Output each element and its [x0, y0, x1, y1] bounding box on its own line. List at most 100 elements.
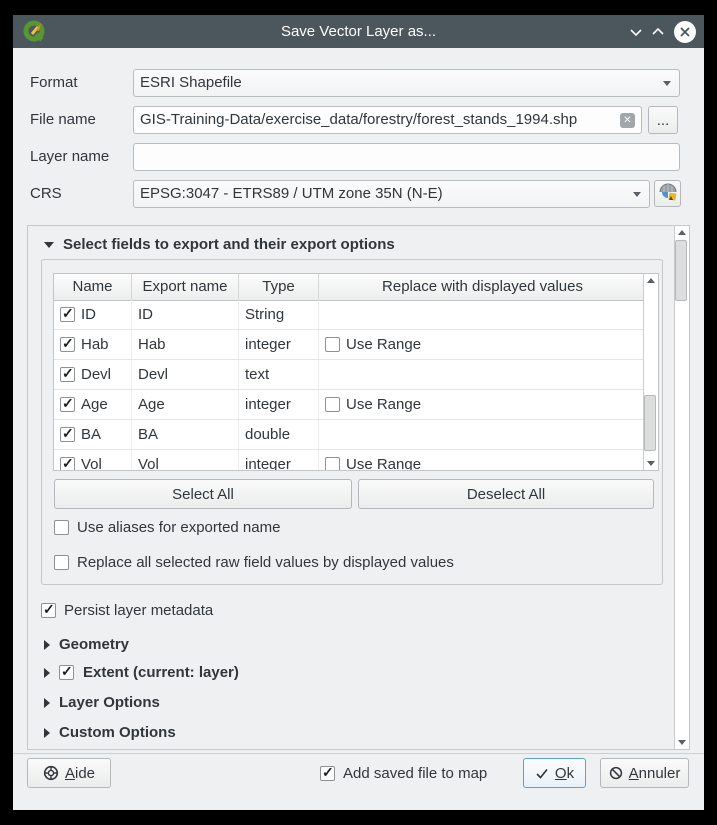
custom-options-title: Custom Options [59, 724, 176, 741]
help-button[interactable]: Aide [27, 758, 111, 788]
table-row[interactable]: BA BA double [54, 420, 644, 450]
browse-button[interactable]: ... [648, 106, 678, 134]
shade-window-icon[interactable] [630, 28, 642, 36]
cancel-button-label: Annuler [629, 765, 681, 782]
help-button-label: Aide [65, 765, 95, 782]
field-checkbox[interactable] [60, 427, 75, 442]
fields-group-frame: Name Export name Type Replace with displ… [41, 259, 663, 585]
field-type: double [239, 420, 319, 449]
scroll-down-icon[interactable] [675, 736, 688, 749]
layer-name-input[interactable] [133, 143, 680, 171]
window-title: Save Vector Layer as... [13, 23, 704, 40]
table-scrollbar-thumb[interactable] [644, 395, 656, 451]
field-replace-cell [319, 360, 646, 389]
persist-metadata-option[interactable]: Persist layer metadata [41, 602, 213, 619]
field-export-name[interactable]: Vol [132, 450, 239, 471]
field-type: String [239, 300, 319, 329]
extent-checkbox[interactable] [59, 665, 74, 680]
file-name-input[interactable]: GIS-Training-Data/exercise_data/forestry… [133, 106, 642, 134]
field-replace-cell: Use Range [319, 390, 646, 419]
crs-value: EPSG:3047 - ETRS89 / UTM zone 35N (N-E) [140, 185, 443, 202]
ok-button[interactable]: Ok [523, 758, 586, 788]
use-range-checkbox[interactable] [325, 397, 340, 412]
table-row[interactable]: Devl Devl text [54, 360, 644, 390]
deselect-all-button[interactable]: Deselect All [358, 479, 654, 509]
field-checkbox[interactable] [60, 367, 75, 382]
extent-section-header[interactable]: Extent (current: layer) [44, 664, 239, 681]
options-scrollbar-thumb[interactable] [675, 240, 687, 301]
replace-raw-label: Replace all selected raw field values by… [77, 554, 454, 571]
layer-options-section-header[interactable]: Layer Options [44, 694, 160, 711]
window-controls [630, 15, 696, 48]
use-aliases-checkbox[interactable] [54, 520, 69, 535]
scroll-down-icon[interactable] [644, 457, 657, 470]
crs-label: CRS [30, 180, 62, 208]
field-export-name[interactable]: Hab [132, 330, 239, 359]
field-checkbox[interactable] [60, 337, 75, 352]
scroll-up-icon[interactable] [675, 226, 688, 239]
column-header-export-name[interactable]: Export name [132, 274, 239, 300]
use-range-checkbox[interactable] [325, 457, 340, 471]
field-name: Vol [81, 456, 102, 471]
clear-text-icon[interactable]: ✕ [620, 113, 635, 128]
file-name-row: File name GIS-Training-Data/exercise_dat… [13, 106, 704, 134]
geometry-section-header[interactable]: Geometry [44, 636, 129, 653]
custom-options-section-header[interactable]: Custom Options [44, 724, 176, 741]
field-name: Age [81, 396, 108, 413]
options-scrollbar[interactable] [674, 226, 689, 749]
field-checkbox[interactable] [60, 307, 75, 322]
crs-globe-icon [658, 182, 678, 206]
persist-metadata-label: Persist layer metadata [64, 602, 213, 619]
options-scroll-area: Select fields to export and their export… [27, 225, 690, 750]
use-range-checkbox[interactable] [325, 337, 340, 352]
fields-table-header: Name Export name Type Replace with displ… [54, 274, 644, 301]
collapse-closed-icon [44, 728, 50, 738]
replace-raw-option[interactable]: Replace all selected raw field values by… [54, 554, 454, 571]
geometry-section-title: Geometry [59, 636, 129, 653]
format-label: Format [30, 69, 78, 97]
add-to-map-checkbox[interactable] [320, 766, 335, 781]
titlebar[interactable]: Save Vector Layer as... [13, 15, 704, 48]
use-range-label: Use Range [346, 396, 421, 413]
use-range-label: Use Range [346, 456, 421, 471]
scroll-up-icon[interactable] [644, 274, 657, 287]
crs-select[interactable]: EPSG:3047 - ETRS89 / UTM zone 35N (N-E) [133, 180, 650, 208]
chevron-down-icon [633, 192, 641, 197]
format-row: Format ESRI Shapefile [13, 69, 704, 97]
use-range-label: Use Range [346, 336, 421, 353]
field-checkbox[interactable] [60, 397, 75, 412]
column-header-replace[interactable]: Replace with displayed values [319, 274, 646, 300]
ok-button-label: Ok [555, 765, 574, 782]
fields-section-header[interactable]: Select fields to export and their export… [44, 236, 395, 253]
field-export-name[interactable]: BA [132, 420, 239, 449]
add-to-map-option[interactable]: Add saved file to map [320, 765, 487, 782]
field-checkbox[interactable] [60, 457, 75, 471]
table-row[interactable]: ID ID String [54, 300, 644, 330]
field-export-name[interactable]: Devl [132, 360, 239, 389]
crs-row: CRS EPSG:3047 - ETRS89 / UTM zone 35N (N… [13, 180, 704, 208]
table-row[interactable]: Age Age integer Use Range [54, 390, 644, 420]
field-type: integer [239, 390, 319, 419]
file-name-value: GIS-Training-Data/exercise_data/forestry… [140, 111, 577, 128]
deselect-all-label: Deselect All [467, 486, 545, 503]
field-export-name[interactable]: ID [132, 300, 239, 329]
column-header-type[interactable]: Type [239, 274, 319, 300]
field-name: ID [81, 306, 96, 323]
close-window-icon[interactable] [674, 21, 696, 43]
table-row[interactable]: Hab Hab integer Use Range [54, 330, 644, 360]
browse-button-label: ... [657, 112, 670, 129]
table-scrollbar[interactable] [643, 274, 658, 470]
cancel-button[interactable]: Annuler [600, 758, 689, 788]
column-header-name[interactable]: Name [54, 274, 132, 300]
persist-metadata-checkbox[interactable] [41, 603, 56, 618]
screen: { "window": { "title": "Save Vector Laye… [0, 0, 717, 825]
format-select[interactable]: ESRI Shapefile [133, 69, 680, 97]
table-row[interactable]: Vol Vol integer Use Range [54, 450, 644, 471]
select-all-button[interactable]: Select All [54, 479, 352, 509]
field-export-name[interactable]: Age [132, 390, 239, 419]
crs-picker-button[interactable] [654, 180, 681, 207]
maximize-window-icon[interactable] [652, 28, 664, 36]
save-vector-layer-dialog: Save Vector Layer as... Format ESRI Shap… [13, 15, 704, 810]
replace-raw-checkbox[interactable] [54, 555, 69, 570]
use-aliases-option[interactable]: Use aliases for exported name [54, 519, 280, 536]
